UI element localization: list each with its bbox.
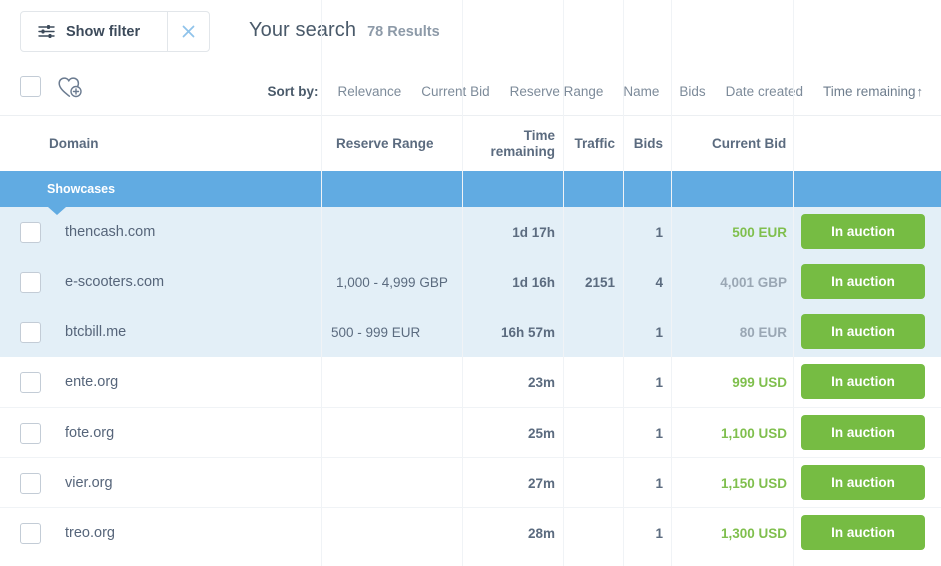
cell-reserve-range: 1,000 - 4,999 GBP [336,274,448,290]
table-row[interactable]: btcbill.me 500 - 999 EUR 16h 57m 1 80 EU… [0,307,941,357]
cell-traffic [563,458,615,508]
select-all-checkbox[interactable] [20,76,41,97]
cell-bids: 1 [655,425,663,441]
cell-domain[interactable]: btcbill.me [65,307,126,357]
page-title: Your search [249,19,357,41]
results-count: 78 Results [367,24,440,40]
cell-bids: 1 [655,324,663,340]
cell-reserve-range: 500 - 999 EUR [331,324,421,340]
column-header-time-remaining[interactable]: Time remaining [481,116,555,171]
cell-domain[interactable]: treo.org [65,508,115,558]
row-checkbox[interactable] [20,322,41,343]
cell-current-bid: 1,150 USD [720,475,787,491]
column-header-traffic[interactable]: Traffic [573,116,615,171]
sort-option-name[interactable]: Name [613,84,669,99]
cell-traffic [563,408,615,458]
cell-time-remaining: 25m [527,425,555,441]
in-auction-button[interactable]: In auction [801,364,925,399]
sort-option-current-bid[interactable]: Current Bid [411,84,499,99]
bulk-tools [20,74,83,99]
cell-bids: 4 [655,274,663,290]
heart-plus-icon[interactable] [57,74,83,99]
table-header: Domain Reserve Range Time remaining Traf… [0,116,941,171]
row-checkbox[interactable] [20,272,41,293]
row-checkbox[interactable] [20,222,41,243]
cell-domain[interactable]: vier.org [65,458,113,508]
sort-options: Sort by: Relevance Current Bid Reserve R… [267,66,933,116]
cell-bids: 1 [655,224,663,240]
clear-filter-button[interactable] [167,12,209,51]
show-filter-control: Show filter [20,11,210,52]
showcases-band: Showcases [0,171,941,215]
table-row[interactable]: e-scooters.com 1,000 - 4,999 GBP 1d 16h … [0,257,941,307]
sliders-icon [38,24,55,39]
table-row[interactable]: vier.org 27m 1 1,150 USD In auction [0,457,941,507]
cell-domain[interactable]: ente.org [65,357,118,407]
cell-traffic: 2151 [584,274,615,290]
cell-domain[interactable]: e-scooters.com [65,257,164,307]
sort-option-relevance[interactable]: Relevance [328,84,412,99]
showcase-rows: thencash.com 1d 17h 1 500 EUR In auction… [0,0,941,566]
search-heading: Your search 78 Results [249,19,440,42]
in-auction-button[interactable]: In auction [801,214,925,249]
column-header-reserve-range[interactable]: Reserve Range [336,116,434,171]
column-header-current-bid[interactable]: Current Bid [712,116,786,171]
cell-bids: 1 [655,475,663,491]
in-auction-button[interactable]: In auction [801,415,925,450]
sort-option-time-remaining-label: Time remaining [822,83,916,99]
sort-option-time-remaining[interactable]: Time remaining↑ [813,84,933,99]
top-bar: Show filter Your search 78 Results [0,0,941,66]
row-checkbox[interactable] [20,473,41,494]
row-checkbox[interactable] [20,523,41,544]
sort-by-label: Sort by: [267,83,319,99]
show-filter-label: Show filter [66,23,141,40]
in-auction-button[interactable]: In auction [801,465,925,500]
row-checkbox[interactable] [20,423,41,444]
table-row[interactable]: thencash.com 1d 17h 1 500 EUR In auction [0,207,941,257]
cell-time-remaining: 1d 16h [512,274,555,290]
cell-domain[interactable]: fote.org [65,408,114,458]
table-row[interactable]: fote.org 25m 1 1,100 USD In auction [0,407,941,457]
showcases-label: Showcases [47,182,116,196]
cell-time-remaining: 23m [527,374,555,390]
row-checkbox[interactable] [20,372,41,393]
sort-bar: Sort by: Relevance Current Bid Reserve R… [0,66,941,116]
cell-current-bid: 1,100 USD [720,425,787,441]
cell-current-bid: 80 EUR [739,324,787,340]
cell-traffic [563,207,615,257]
cell-time-remaining: 28m [527,525,555,541]
cell-bids: 1 [655,525,663,541]
cell-current-bid: 500 EUR [732,224,787,240]
column-header-domain[interactable]: Domain [49,116,99,171]
cell-time-remaining: 1d 17h [512,224,555,240]
sort-option-reserve-range[interactable]: Reserve Range [500,84,614,99]
cell-traffic [563,357,615,407]
sort-option-date-created[interactable]: Date created [716,84,813,99]
cell-current-bid: 1,300 USD [720,525,787,541]
result-rows: ente.org 23m 1 999 USD In auction fote.o… [0,0,941,566]
sort-option-bids[interactable]: Bids [669,84,715,99]
sort-ascending-arrow-icon: ↑ [916,83,924,99]
table-row[interactable]: treo.org 28m 1 1,300 USD In auction [0,507,941,557]
cell-time-remaining: 16h 57m [500,324,555,340]
show-filter-button[interactable]: Show filter [21,12,167,51]
column-header-bids[interactable]: Bids [630,116,663,171]
cell-domain[interactable]: thencash.com [65,207,155,257]
table-row[interactable]: ente.org 23m 1 999 USD In auction [0,357,941,407]
in-auction-button[interactable]: In auction [801,314,925,349]
cell-current-bid: 999 USD [732,374,787,390]
cell-time-remaining: 27m [527,475,555,491]
close-icon [182,25,195,38]
cell-current-bid: 4,001 GBP [720,274,787,290]
in-auction-button[interactable]: In auction [801,264,925,299]
cell-traffic [563,307,615,357]
cell-traffic [563,508,615,558]
in-auction-button[interactable]: In auction [801,515,925,550]
cell-bids: 1 [655,374,663,390]
